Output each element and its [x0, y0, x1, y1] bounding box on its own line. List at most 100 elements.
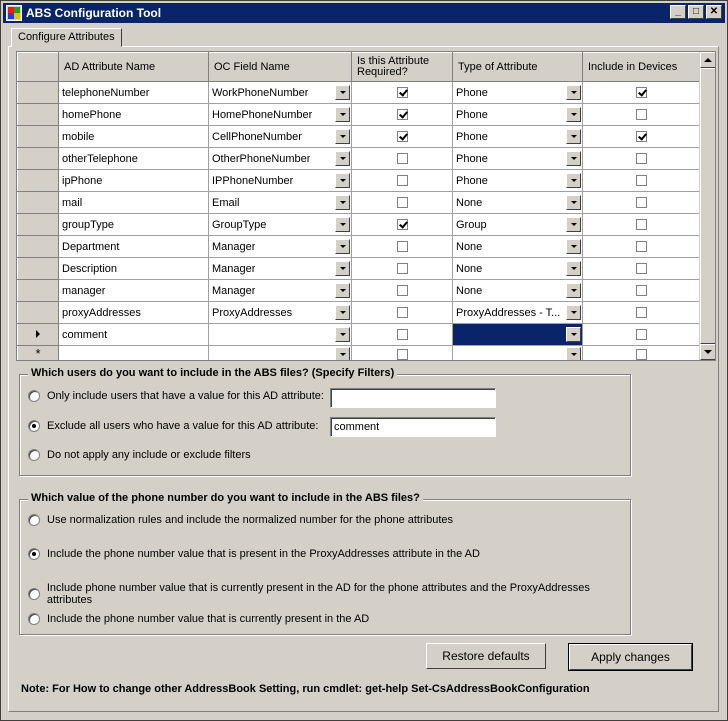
only-include-radio[interactable] — [28, 390, 40, 402]
ad-attribute-cell[interactable]: Description — [58, 257, 209, 280]
table-row[interactable]: homePhone HomePhoneNumber Phone — [17, 103, 701, 126]
required-checkbox[interactable] — [396, 153, 408, 165]
exclude-input[interactable]: comment — [330, 417, 496, 437]
include-devices-checkbox[interactable] — [636, 197, 647, 209]
table-row[interactable]: manager Manager None — [17, 279, 701, 302]
phone-option-current[interactable]: Include the phone number value that is c… — [28, 613, 369, 625]
required-checkbox[interactable] — [396, 348, 408, 360]
dropdown-arrow-icon[interactable] — [335, 283, 350, 298]
only-include-input[interactable] — [330, 388, 496, 408]
required-checkbox[interactable] — [396, 285, 408, 297]
row-header[interactable] — [17, 213, 59, 236]
only-include-option[interactable]: Only include users that have a value for… — [28, 390, 324, 402]
column-header-oc-field[interactable]: OC Field Name — [208, 52, 352, 82]
tab-configure-attributes[interactable]: Configure Attributes — [11, 28, 122, 47]
ad-attribute-cell[interactable]: proxyAddresses — [58, 301, 209, 324]
type-combo[interactable]: None — [452, 235, 583, 258]
required-checkbox[interactable] — [396, 175, 408, 187]
include-devices-checkbox[interactable] — [636, 131, 647, 143]
dropdown-arrow-icon[interactable] — [335, 327, 350, 342]
dropdown-arrow-icon[interactable] — [566, 129, 581, 144]
dropdown-arrow-icon[interactable] — [566, 195, 581, 210]
dropdown-arrow-icon[interactable] — [566, 217, 581, 232]
table-row[interactable]: mail Email None — [17, 191, 701, 214]
row-header[interactable] — [17, 301, 59, 324]
dropdown-arrow-icon[interactable] — [335, 85, 350, 100]
dropdown-arrow-icon[interactable] — [566, 173, 581, 188]
row-header[interactable] — [17, 323, 59, 346]
table-row[interactable]: ipPhone IPPhoneNumber Phone — [17, 169, 701, 192]
oc-field-combo[interactable]: ProxyAddresses — [208, 301, 352, 324]
required-checkbox[interactable] — [396, 263, 408, 275]
include-devices-checkbox[interactable] — [636, 329, 647, 341]
table-row[interactable]: groupType GroupType Group — [17, 213, 701, 236]
dropdown-arrow-icon[interactable] — [566, 261, 581, 276]
row-header[interactable] — [17, 125, 59, 148]
type-combo[interactable]: Phone — [452, 125, 583, 148]
row-header[interactable] — [17, 103, 59, 126]
type-combo[interactable]: None — [452, 257, 583, 280]
table-row[interactable]: * — [17, 345, 701, 360]
column-header-type[interactable]: Type of Attribute — [452, 52, 583, 82]
phone-option-normalized[interactable]: Use normalization rules and include the … — [28, 514, 453, 526]
oc-field-combo[interactable]: GroupType — [208, 213, 352, 236]
restore-defaults-button[interactable]: Restore defaults — [426, 643, 546, 669]
maximize-button[interactable]: □ — [688, 5, 704, 19]
row-header[interactable] — [17, 257, 59, 280]
required-checkbox[interactable] — [396, 197, 408, 209]
close-button[interactable]: ✕ — [706, 5, 722, 19]
no-filter-option[interactable]: Do not apply any include or exclude filt… — [28, 449, 251, 461]
dropdown-arrow-icon[interactable] — [335, 217, 350, 232]
dropdown-arrow-icon[interactable] — [335, 129, 350, 144]
dropdown-arrow-icon[interactable] — [566, 305, 581, 320]
phone-both-radio[interactable] — [28, 588, 40, 600]
dropdown-arrow-icon[interactable] — [566, 239, 581, 254]
dropdown-arrow-icon[interactable] — [335, 261, 350, 276]
type-combo[interactable]: Phone — [452, 169, 583, 192]
phone-current-radio[interactable] — [28, 613, 40, 625]
ad-attribute-cell[interactable]: Department — [58, 235, 209, 258]
ad-attribute-cell[interactable]: ipPhone — [58, 169, 209, 192]
include-devices-checkbox[interactable] — [636, 285, 647, 297]
grid-vertical-scrollbar[interactable] — [699, 52, 715, 360]
table-row[interactable]: Description Manager None — [17, 257, 701, 280]
exclude-option[interactable]: Exclude all users who have a value for t… — [28, 420, 318, 432]
scroll-down-button[interactable] — [700, 344, 715, 360]
exclude-radio[interactable] — [28, 420, 40, 432]
scroll-thumb[interactable] — [700, 68, 715, 344]
type-combo[interactable]: None — [452, 279, 583, 302]
type-combo[interactable]: None — [452, 191, 583, 214]
include-devices-checkbox[interactable] — [636, 263, 647, 275]
dropdown-arrow-icon[interactable] — [335, 239, 350, 254]
column-header-include-devices[interactable]: Include in Devices — [582, 52, 701, 82]
dropdown-arrow-icon[interactable] — [335, 173, 350, 188]
phone-option-both[interactable]: Include phone number value that is curre… — [28, 582, 630, 606]
required-checkbox[interactable] — [396, 241, 408, 253]
table-row[interactable]: telephoneNumber WorkPhoneNumber Phone — [17, 81, 701, 104]
ad-attribute-cell[interactable]: homePhone — [58, 103, 209, 126]
no-filter-radio[interactable] — [28, 449, 40, 461]
oc-field-combo[interactable]: Manager — [208, 279, 352, 302]
oc-field-combo[interactable]: HomePhoneNumber — [208, 103, 352, 126]
ad-attribute-cell[interactable]: mobile — [58, 125, 209, 148]
ad-attribute-cell[interactable]: otherTelephone — [58, 147, 209, 170]
dropdown-arrow-icon[interactable] — [566, 151, 581, 166]
dropdown-arrow-icon[interactable] — [566, 85, 581, 100]
row-header[interactable] — [17, 147, 59, 170]
ad-attribute-cell[interactable]: comment — [58, 323, 209, 346]
apply-changes-button[interactable]: Apply changes — [568, 643, 693, 671]
phone-normalized-radio[interactable] — [28, 514, 40, 526]
oc-field-combo[interactable]: Email — [208, 191, 352, 214]
include-devices-checkbox[interactable] — [636, 307, 647, 319]
include-devices-checkbox[interactable] — [636, 175, 647, 187]
table-row[interactable]: otherTelephone OtherPhoneNumber Phone — [17, 147, 701, 170]
ad-attribute-cell[interactable]: manager — [58, 279, 209, 302]
include-devices-checkbox[interactable] — [636, 219, 647, 231]
type-combo[interactable] — [452, 323, 583, 346]
ad-attribute-cell[interactable]: telephoneNumber — [58, 81, 209, 104]
row-header[interactable] — [17, 235, 59, 258]
dropdown-arrow-icon[interactable] — [335, 151, 350, 166]
include-devices-checkbox[interactable] — [636, 87, 647, 99]
include-devices-checkbox[interactable] — [636, 109, 647, 121]
phone-proxy-radio[interactable] — [28, 548, 40, 560]
